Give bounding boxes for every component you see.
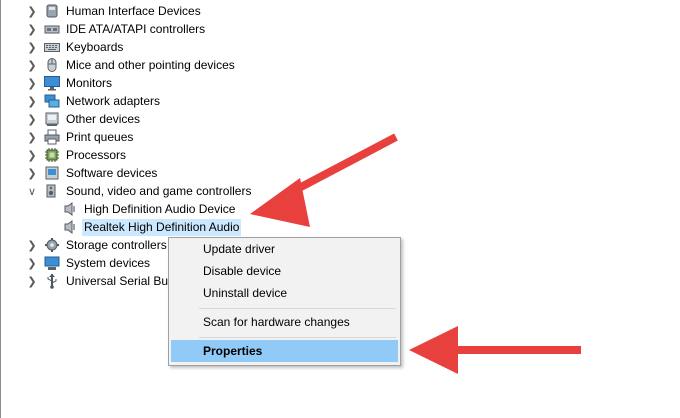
chevron-right-icon[interactable]: ❯ xyxy=(25,92,39,110)
annotation-arrow-to-device xyxy=(250,133,398,227)
tree-item-label: High Definition Audio Device xyxy=(84,201,236,216)
software-device-icon xyxy=(44,165,60,181)
chevron-right-icon[interactable]: ❯ xyxy=(25,128,39,146)
tree-item-label: Network adapters xyxy=(66,93,161,108)
tree-item-realtek-high-definition-audio[interactable]: Realtek High Definition Audio xyxy=(62,218,242,236)
tree-item-keyboards[interactable]: ❯ Keyboards xyxy=(25,38,125,56)
mouse-icon xyxy=(44,57,60,73)
tree-item-universal-serial-bus[interactable]: ❯ Universal Serial Bus xyxy=(25,272,176,290)
chevron-down-icon[interactable]: ∨ xyxy=(25,182,39,200)
tree-item-label: Processors xyxy=(66,147,127,162)
menu-item-scan-for-hardware-changes[interactable]: Scan for hardware changes xyxy=(171,311,398,333)
speaker-icon xyxy=(62,201,78,217)
tree-item-storage-controllers[interactable]: ❯ Storage controllers xyxy=(25,236,169,254)
tree-item-ide-ata-atapi-controllers[interactable]: ❯ IDE ATA/ATAPI controllers xyxy=(25,20,207,38)
tree-item-label: Software devices xyxy=(66,165,158,180)
tree-item-processors[interactable]: ❯ Processors xyxy=(25,146,128,164)
menu-item-properties[interactable]: Properties xyxy=(171,340,398,362)
speaker-icon xyxy=(62,219,78,235)
tree-item-label: IDE ATA/ATAPI controllers xyxy=(66,21,206,36)
chevron-right-icon[interactable]: ❯ xyxy=(25,74,39,92)
network-adapter-icon xyxy=(44,93,60,109)
menu-item-disable-device[interactable]: Disable device xyxy=(171,260,398,282)
tree-item-label: Realtek High Definition Audio xyxy=(82,218,242,236)
tree-item-high-definition-audio-device[interactable]: High Definition Audio Device xyxy=(62,200,237,218)
chevron-right-icon[interactable]: ❯ xyxy=(25,146,39,164)
storage-controller-icon xyxy=(44,237,60,253)
system-device-icon xyxy=(44,255,60,271)
menu-item-uninstall-device[interactable]: Uninstall device xyxy=(171,282,398,304)
chevron-right-icon[interactable]: ❯ xyxy=(25,110,39,128)
tree-item-network-adapters[interactable]: ❯ Network adapters xyxy=(25,92,162,110)
chevron-right-icon[interactable]: ❯ xyxy=(25,236,39,254)
context-menu: Update driver Disable device Uninstall d… xyxy=(168,237,401,366)
tree-item-software-devices[interactable]: ❯ Software devices xyxy=(25,164,159,182)
hid-icon xyxy=(44,3,60,19)
menu-item-update-driver[interactable]: Update driver xyxy=(171,238,398,260)
tree-item-label: Print queues xyxy=(66,129,134,144)
monitor-icon xyxy=(44,75,60,91)
chevron-right-icon[interactable]: ❯ xyxy=(25,2,39,20)
annotation-arrow-to-properties xyxy=(409,326,581,374)
menu-separator xyxy=(199,337,396,338)
ide-controller-icon xyxy=(44,21,60,37)
tree-item-system-devices[interactable]: ❯ System devices xyxy=(25,254,152,272)
chevron-right-icon[interactable]: ❯ xyxy=(25,20,39,38)
tree-item-label: Storage controllers xyxy=(66,237,167,252)
tree-item-label: Other devices xyxy=(66,111,141,126)
printer-icon xyxy=(44,129,60,145)
chevron-right-icon[interactable]: ❯ xyxy=(25,254,39,272)
speaker-icon xyxy=(44,183,60,199)
tree-item-sound-video-and-game-controllers[interactable]: ∨ Sound, video and game controllers xyxy=(25,182,253,200)
tree-item-label: System devices xyxy=(66,255,151,270)
keyboard-icon xyxy=(44,39,60,55)
tree-item-label: Universal Serial Bus xyxy=(66,273,175,288)
usb-icon xyxy=(44,273,60,289)
tree-item-other-devices[interactable]: ❯ Other devices xyxy=(25,110,142,128)
chevron-right-icon[interactable]: ❯ xyxy=(25,38,39,56)
processor-icon xyxy=(44,147,60,163)
chevron-right-icon[interactable]: ❯ xyxy=(25,56,39,74)
tree-item-label: Human Interface Devices xyxy=(66,3,201,18)
tree-item-label: Mice and other pointing devices xyxy=(66,57,235,72)
window-left-border xyxy=(0,0,1,418)
tree-item-monitors[interactable]: ❯ Monitors xyxy=(25,74,114,92)
other-devices-icon xyxy=(44,111,60,127)
tree-item-label: Sound, video and game controllers xyxy=(66,183,252,198)
tree-item-print-queues[interactable]: ❯ Print queues xyxy=(25,128,135,146)
tree-item-human-interface-devices[interactable]: ❯ Human Interface Devices xyxy=(25,2,203,20)
chevron-right-icon[interactable]: ❯ xyxy=(25,164,39,182)
tree-item-label: Monitors xyxy=(66,75,113,90)
tree-item-label: Keyboards xyxy=(66,39,124,54)
tree-item-mice-and-other-pointing-devices[interactable]: ❯ Mice and other pointing devices xyxy=(25,56,237,74)
menu-separator xyxy=(199,308,396,309)
chevron-right-icon[interactable]: ❯ xyxy=(25,272,39,290)
